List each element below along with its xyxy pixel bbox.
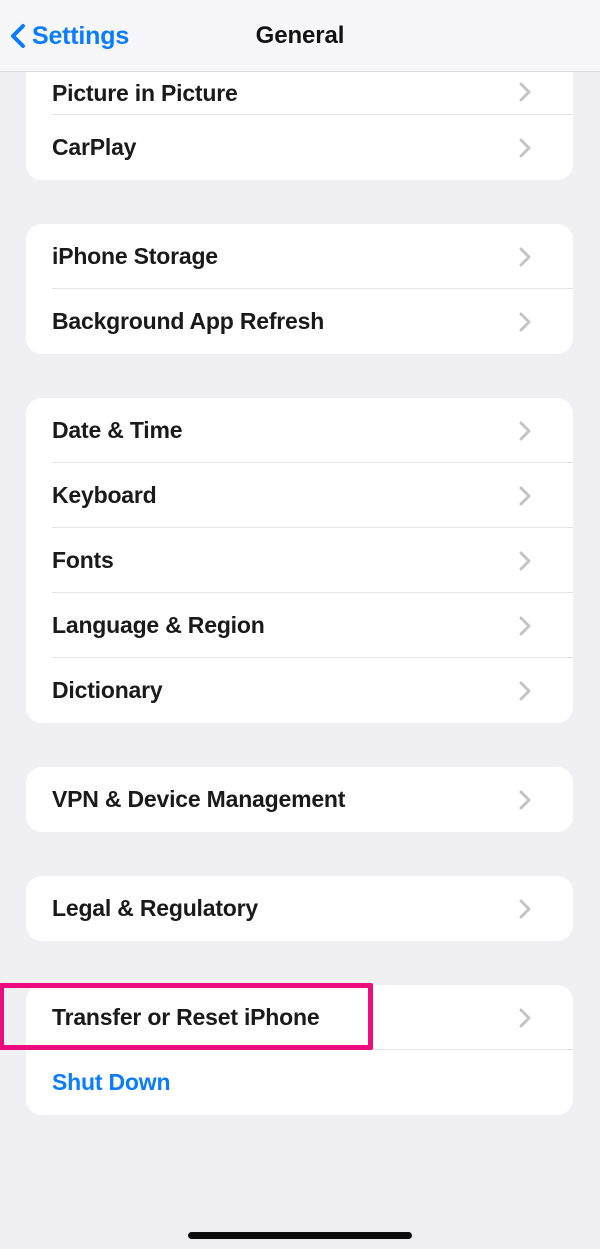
settings-row-label: Language & Region — [52, 612, 265, 638]
settings-row-label: Background App Refresh — [52, 308, 325, 334]
chevron-right-icon — [517, 613, 533, 639]
settings-row[interactable]: Shut Down — [26, 1050, 573, 1115]
locale-group: Date & Time Keyboard Fonts Language & Regio… — [26, 398, 573, 723]
chevron-right-icon — [517, 483, 533, 509]
settings-row-label: Keyboard — [52, 482, 157, 508]
vpn-group: VPN & Device Management — [26, 767, 573, 832]
settings-row-label: VPN & Device Management — [52, 786, 346, 812]
settings-row[interactable]: Picture in Picture — [26, 72, 573, 115]
chevron-right-icon — [517, 309, 533, 335]
settings-row-label: Fonts — [52, 547, 114, 573]
navigation-bar: Settings General — [0, 0, 600, 72]
chevron-right-icon — [517, 418, 533, 444]
reset-group: Transfer or Reset iPhone Shut Down — [26, 985, 573, 1115]
settings-row-label: Legal & Regulatory — [52, 895, 258, 921]
storage-group: iPhone Storage Background App Refresh — [26, 224, 573, 354]
settings-row[interactable]: Background App Refresh — [26, 289, 573, 354]
settings-row[interactable]: Date & Time — [26, 398, 573, 463]
chevron-right-icon — [517, 135, 533, 161]
settings-scroll-area[interactable]: Picture in Picture CarPlay iPhone Storage B… — [0, 72, 600, 1249]
media-group: Picture in Picture CarPlay — [26, 72, 573, 180]
settings-row-label: Transfer or Reset iPhone — [52, 1004, 320, 1030]
chevron-right-icon — [517, 896, 533, 922]
legal-group: Legal & Regulatory — [26, 876, 573, 941]
settings-row[interactable]: VPN & Device Management — [26, 767, 573, 832]
settings-row[interactable]: Dictionary — [26, 658, 573, 723]
settings-row[interactable]: Fonts — [26, 528, 573, 593]
settings-row[interactable]: CarPlay — [26, 115, 573, 180]
settings-row[interactable]: Legal & Regulatory — [26, 876, 573, 941]
back-button-label: Settings — [32, 21, 130, 50]
chevron-left-icon — [10, 23, 26, 49]
settings-row[interactable]: Transfer or Reset iPhone — [26, 985, 573, 1050]
home-indicator — [188, 1232, 412, 1239]
settings-row-label: CarPlay — [52, 134, 137, 160]
chevron-right-icon — [517, 79, 533, 105]
settings-row-label: iPhone Storage — [52, 243, 218, 269]
settings-row-label: Shut Down — [52, 1069, 171, 1095]
settings-row[interactable]: iPhone Storage — [26, 224, 573, 289]
chevron-right-icon — [517, 678, 533, 704]
chevron-right-icon — [517, 244, 533, 270]
settings-row-label: Picture in Picture — [52, 80, 238, 106]
settings-row[interactable]: Language & Region — [26, 593, 573, 658]
settings-row[interactable]: Keyboard — [26, 463, 573, 528]
settings-row-label: Date & Time — [52, 417, 183, 443]
chevron-right-icon — [517, 1005, 533, 1031]
chevron-right-icon — [517, 787, 533, 813]
settings-row-label: Dictionary — [52, 677, 163, 703]
back-button[interactable]: Settings — [10, 0, 129, 72]
chevron-right-icon — [517, 548, 533, 574]
